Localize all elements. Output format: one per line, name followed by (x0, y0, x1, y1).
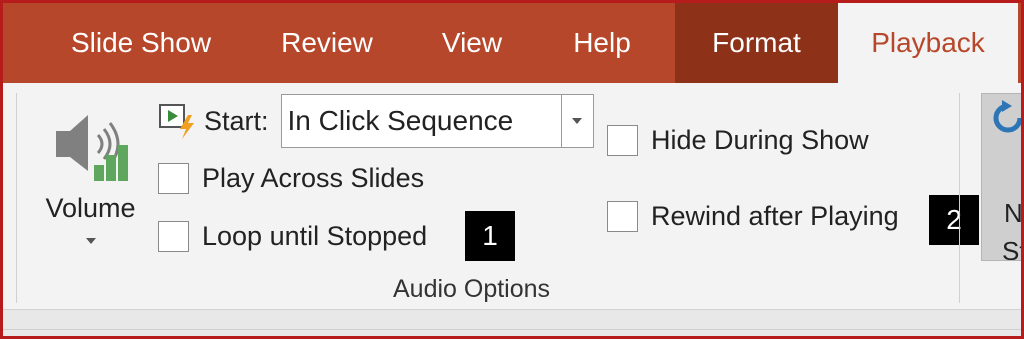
rewind-after-playing-label: Rewind after Playing (651, 201, 899, 231)
loop-until-stopped-checkbox-row[interactable]: Loop until Stopped (158, 221, 427, 252)
play-across-slides-checkbox-row[interactable]: Play Across Slides (158, 163, 424, 194)
partial-ribbon-button[interactable]: N St (981, 93, 1023, 261)
ribbon-bottom-band (3, 309, 1021, 336)
ribbon-tab-bar: Slide Show Review View Help Format Playb… (3, 3, 1021, 83)
tab-help[interactable]: Help (547, 3, 657, 83)
start-select-value: In Click Sequence (287, 105, 514, 136)
group-separator (16, 93, 17, 303)
start-label: Start: (204, 105, 269, 136)
ribbon-bottom-line (3, 329, 1021, 330)
partial-button-text-line2: St (1002, 236, 1021, 261)
tab-review[interactable]: Review (255, 3, 399, 83)
group-label-audio-options: Audio Options (393, 275, 551, 303)
play-across-slides-checkbox[interactable] (158, 163, 189, 194)
loop-until-stopped-label: Loop until Stopped (202, 221, 428, 251)
hide-during-show-checkbox-row[interactable]: Hide During Show (607, 125, 869, 156)
hide-during-show-label: Hide During Show (651, 125, 869, 155)
speaker-volume-icon (55, 115, 128, 181)
chevron-down-icon (85, 238, 96, 244)
ribbon-frame: Slide Show Review View Help Format Playb… (0, 0, 1024, 339)
start-row: Start: In Click Sequence (158, 94, 594, 148)
tab-view[interactable]: View (417, 3, 527, 83)
loop-until-stopped-checkbox[interactable] (158, 221, 189, 252)
play-across-slides-label: Play Across Slides (202, 163, 425, 193)
ribbon-body: Volume Start: In Click Sequence Play Acr… (3, 83, 1023, 336)
group-separator (959, 93, 960, 303)
callout-badge-1: 1 (465, 211, 515, 261)
tab-playback[interactable]: Playback (838, 3, 1018, 83)
tab-format[interactable]: Format (675, 3, 838, 83)
partial-button-text-line1: N (1004, 198, 1023, 228)
hide-during-show-checkbox[interactable] (607, 125, 638, 156)
rewind-arrow-icon (993, 100, 1021, 133)
rewind-after-playing-checkbox[interactable] (607, 201, 638, 232)
dropdown-arrow-icon[interactable] (560, 95, 593, 147)
tab-slide-show[interactable]: Slide Show (43, 3, 239, 83)
callout-badge-2: 2 (929, 195, 979, 245)
volume-button[interactable]: Volume (33, 97, 148, 267)
start-select[interactable]: In Click Sequence (280, 94, 594, 148)
rewind-after-playing-checkbox-row[interactable]: Rewind after Playing (607, 201, 899, 232)
volume-label: Volume (45, 193, 136, 223)
play-start-icon (159, 104, 194, 139)
